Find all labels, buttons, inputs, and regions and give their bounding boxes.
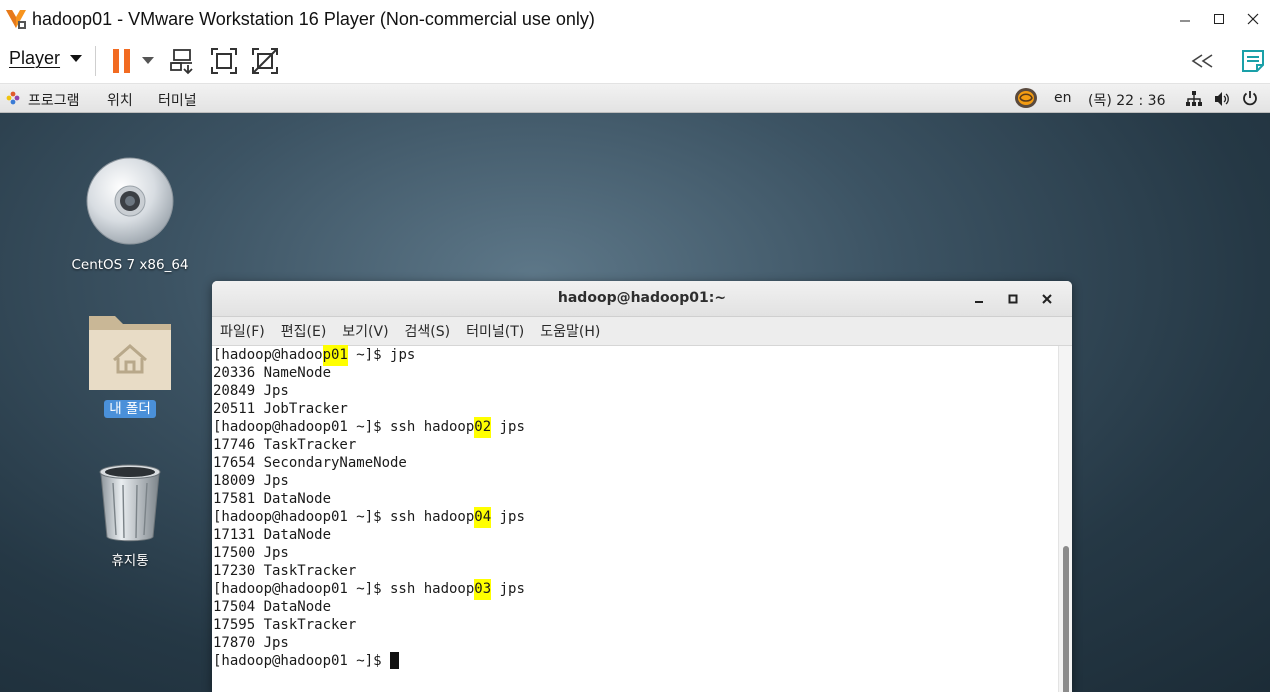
desktop-icon-trash[interactable]: 휴지통 [65, 463, 195, 569]
fullscreen-icon [211, 48, 237, 74]
text-cursor [390, 652, 400, 669]
menu-terminal[interactable]: 터미널 [158, 90, 197, 110]
clock[interactable]: (목) 22 : 36 [1088, 90, 1166, 110]
desktop-icon-label: CentOS 7 x86_64 [71, 257, 189, 273]
menu-places[interactable]: 위치 [107, 90, 133, 110]
command-text: jps [491, 581, 525, 597]
terminal-title: hadoop@hadoop01:~ [557, 290, 727, 306]
desktop-icon-centos-disc[interactable]: CentOS 7 x86_64 [65, 155, 195, 273]
host-window-title: hadoop01 - VMware Workstation 16 Player … [32, 8, 595, 29]
prompt-text: [hadoop@hadoo [213, 347, 323, 363]
volume-icon[interactable] [1214, 91, 1230, 107]
terminal-menubar: 파일(F) 편집(E) 보기(V) 검색(S) 터미널(T) 도움말(H) [212, 317, 1072, 346]
vmware-logo-icon [5, 8, 27, 30]
minimize-icon [1180, 20, 1190, 22]
menu-applications[interactable]: 프로그램 [28, 90, 80, 110]
command-text: jps [491, 419, 525, 435]
home-folder-icon [89, 316, 171, 390]
terminal-line: [hadoop@hadoop01 ~]$ jps [213, 345, 1058, 366]
terminal-line: [hadoop@hadoop01 ~]$ [213, 652, 1058, 670]
input-language[interactable]: en [1054, 90, 1072, 106]
notes-icon [1242, 50, 1264, 72]
terminal-close-button[interactable] [1030, 281, 1064, 317]
terminal-line: 18009 Jps [213, 473, 289, 489]
terminal-line: 17500 Jps [213, 545, 289, 561]
menu-file[interactable]: 파일(F) [220, 321, 265, 341]
update-notifier-icon[interactable] [1014, 87, 1038, 109]
prompt-text: [hadoop@hadoop01 ~]$ ssh hadoop [213, 581, 475, 597]
scrollbar-thumb[interactable] [1063, 546, 1069, 692]
close-icon [1042, 294, 1052, 304]
terminal-scrollbar[interactable] [1058, 346, 1072, 692]
dropdown-arrow-icon [142, 57, 154, 64]
close-button[interactable] [1236, 0, 1270, 38]
terminal-line: 17131 DataNode [213, 527, 332, 543]
power-icon[interactable] [1242, 90, 1258, 106]
terminal-line: 17504 DataNode [213, 599, 332, 615]
trash-icon [99, 464, 161, 542]
maximize-button[interactable] [1202, 0, 1236, 38]
player-toolbar: Player [0, 38, 1270, 84]
network-icon[interactable] [1186, 91, 1202, 107]
player-dropdown-icon [70, 54, 83, 62]
highlighted-host-number: 04 [474, 507, 492, 528]
minimize-button[interactable] [1168, 0, 1202, 38]
unity-button[interactable] [250, 46, 280, 76]
menu-edit[interactable]: 편집(E) [281, 321, 327, 341]
prompt-text: [hadoop@hadoop01 ~]$ [213, 653, 391, 669]
pause-dropdown-button[interactable] [137, 46, 159, 76]
desktop-icon-home-folder[interactable]: 내 폴더 [65, 308, 195, 418]
terminal-line: 17595 TaskTracker [213, 617, 357, 633]
maximize-icon [1214, 14, 1224, 24]
applications-icon [6, 91, 20, 105]
terminal-line: [hadoop@hadoop01 ~]$ ssh hadoop04 jps [213, 507, 1058, 528]
toolbar-divider [95, 46, 96, 76]
terminal-line: 20849 Jps [213, 383, 289, 399]
desktop-icon-label: 내 폴더 [104, 400, 156, 418]
terminal-output[interactable]: [hadoop@hadoop01 ~]$ jps 20336 NameNode 20… [212, 345, 1058, 692]
collapse-toolbar-button[interactable] [1188, 46, 1218, 76]
gnome-topbar: 프로그램 위치 터미널 en (목) 22 : 36 [0, 84, 1270, 113]
terminal-window: hadoop@hadoop01:~ 파일(F) 편집(E) 보기(V) 검색(S… [212, 281, 1072, 692]
terminal-line: 17230 TaskTracker [213, 563, 357, 579]
minimize-icon [975, 301, 983, 303]
player-menu-button[interactable]: Player [9, 48, 83, 69]
highlighted-host-number: p01 [322, 345, 348, 366]
highlighted-host-number: 02 [474, 417, 492, 438]
terminal-line: 20336 NameNode [213, 365, 332, 381]
terminal-maximize-button[interactable] [996, 281, 1030, 317]
collapse-toolbar-icon [1191, 54, 1213, 68]
terminal-minimize-button[interactable] [962, 281, 996, 317]
maximize-icon [1008, 294, 1018, 304]
terminal-line: 17746 TaskTracker [213, 437, 357, 453]
menu-terminal[interactable]: 터미널(T) [466, 321, 524, 341]
command-text: jps [491, 509, 525, 525]
highlighted-host-number: 03 [474, 579, 492, 600]
send-ctrl-alt-del-icon [170, 49, 193, 75]
terminal-line: 20511 JobTracker [213, 401, 348, 417]
menu-view[interactable]: 보기(V) [342, 321, 388, 341]
command-text: ~]$ jps [347, 347, 416, 363]
terminal-line: 17870 Jps [213, 635, 289, 651]
desktop-icon-label: 휴지통 [111, 553, 149, 569]
terminal-titlebar[interactable]: hadoop@hadoop01:~ [212, 281, 1072, 317]
host-titlebar: hadoop01 - VMware Workstation 16 Player … [0, 0, 1270, 38]
player-menu-label: Player [9, 48, 61, 68]
unity-icon [252, 48, 278, 74]
send-ctrl-alt-del-button[interactable] [168, 46, 198, 76]
terminal-line: 17654 SecondaryNameNode [213, 455, 407, 471]
pause-icon [113, 49, 130, 73]
terminal-line: [hadoop@hadoop01 ~]$ ssh hadoop03 jps [213, 579, 1058, 600]
prompt-text: [hadoop@hadoop01 ~]$ ssh hadoop [213, 509, 475, 525]
pause-button[interactable] [107, 46, 137, 76]
close-icon [1247, 13, 1259, 25]
menu-help[interactable]: 도움말(H) [540, 321, 600, 341]
notes-button[interactable] [1238, 46, 1268, 76]
terminal-line: [hadoop@hadoop01 ~]$ ssh hadoop02 jps [213, 417, 1058, 438]
prompt-text: [hadoop@hadoop01 ~]$ ssh hadoop [213, 419, 475, 435]
terminal-line: 17581 DataNode [213, 491, 332, 507]
fullscreen-button[interactable] [209, 46, 239, 76]
cd-disc-icon [86, 157, 174, 245]
menu-search[interactable]: 검색(S) [405, 321, 451, 341]
